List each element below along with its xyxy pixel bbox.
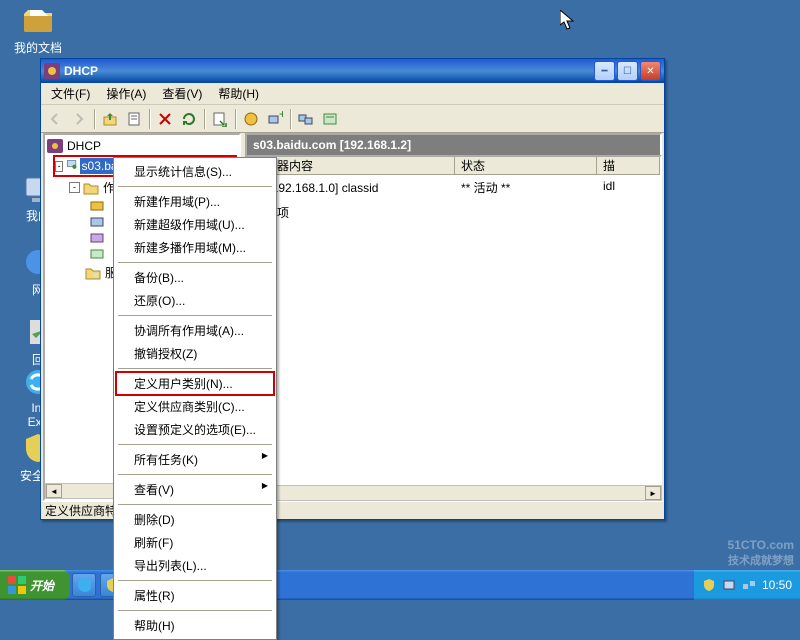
menu-separator — [118, 186, 272, 187]
titlebar[interactable]: DHCP ━ ☐ ✕ — [41, 59, 664, 83]
menu-file[interactable]: 文件(F) — [43, 83, 98, 104]
col-content[interactable]: 服务器内容 — [247, 157, 455, 174]
context-menu-item[interactable]: 导出列表(L)... — [116, 554, 274, 577]
tray-network-icon[interactable] — [742, 578, 756, 592]
list-scrollbar[interactable]: ◄ ► — [245, 485, 662, 501]
start-button[interactable]: 开始 — [0, 570, 70, 600]
context-menu-item[interactable]: 删除(D) — [116, 508, 274, 531]
context-menu-item[interactable]: 设置预定义的选项(E)... — [116, 418, 274, 441]
list-row[interactable]: 器选项 — [247, 200, 660, 225]
list-area: 服务器内容 状态 描 域 [192.168.1.0] classid ** 活动… — [245, 155, 662, 485]
window-title: DHCP — [64, 64, 592, 78]
folder-docs-icon — [22, 4, 54, 36]
taskbar-ie-button[interactable] — [72, 573, 96, 597]
servers-button[interactable] — [294, 107, 318, 131]
context-menu-item[interactable]: 新建作用域(P)... — [116, 190, 274, 213]
svg-text:+: + — [279, 111, 283, 121]
menu-separator — [118, 368, 272, 369]
menu-view[interactable]: 查看(V) — [154, 83, 210, 104]
tray-icon[interactable] — [722, 578, 736, 592]
export-button[interactable] — [208, 107, 232, 131]
menu-separator — [118, 474, 272, 475]
toolbar: + — [41, 105, 664, 133]
collapse-icon[interactable]: - — [69, 182, 80, 193]
menu-separator — [118, 504, 272, 505]
context-menu-item[interactable]: 帮助(H) — [116, 614, 274, 637]
menu-separator — [118, 315, 272, 316]
context-menu-item[interactable]: 备份(B)... — [116, 266, 274, 289]
col-desc[interactable]: 描 — [597, 157, 660, 174]
context-menu-item[interactable]: 属性(R) — [116, 584, 274, 607]
minimize-button[interactable]: ━ — [594, 61, 615, 81]
menu-separator — [118, 610, 272, 611]
tray-icon[interactable] — [702, 578, 716, 592]
context-menu-item[interactable]: 定义用户类别(N)... — [116, 372, 274, 395]
menu-separator — [118, 444, 272, 445]
context-menu: 显示统计信息(S)... 新建作用域(P)...新建超级作用域(U)...新建多播… — [113, 157, 277, 640]
context-menu-item[interactable]: 查看(V) — [116, 478, 274, 501]
context-menu-item[interactable]: 协调所有作用域(A)... — [116, 319, 274, 342]
context-menu-item[interactable]: 新建多播作用域(M)... — [116, 236, 274, 259]
scope-button[interactable] — [239, 107, 263, 131]
server-add-button[interactable]: + — [263, 107, 287, 131]
col-status[interactable]: 状态 — [455, 157, 597, 174]
properties-button[interactable] — [122, 107, 146, 131]
up-button[interactable] — [98, 107, 122, 131]
context-menu-item[interactable]: 撤销授权(Z) — [116, 342, 274, 365]
tree-root[interactable]: DHCP — [47, 137, 237, 155]
options-button[interactable] — [318, 107, 342, 131]
menubar: 文件(F) 操作(A) 查看(V) 帮助(H) — [41, 83, 664, 105]
path-header: s03.baidu.com [192.168.1.2] — [245, 133, 662, 155]
desktop-icon-documents[interactable]: 我的文档 — [8, 4, 68, 57]
status-text: 定义供应商特 — [45, 502, 117, 519]
context-menu-item[interactable]: 还原(O)... — [116, 289, 274, 312]
context-menu-item[interactable]: 显示统计信息(S)... — [116, 160, 274, 183]
menu-action[interactable]: 操作(A) — [98, 83, 154, 104]
menu-help[interactable]: 帮助(H) — [210, 83, 267, 104]
collapse-icon[interactable]: - — [55, 161, 63, 172]
system-tray: 10:50 — [694, 570, 800, 600]
context-menu-item[interactable]: 刷新(F) — [116, 531, 274, 554]
clock[interactable]: 10:50 — [762, 578, 792, 592]
desktop-icon-label: 我的文档 — [8, 38, 68, 57]
context-menu-item[interactable]: 所有任务(K) — [116, 448, 274, 471]
scroll-left-icon[interactable]: ◄ — [46, 484, 62, 498]
server-icon — [66, 159, 77, 173]
nav-back-button — [43, 107, 67, 131]
close-button[interactable]: ✕ — [640, 61, 661, 81]
refresh-button[interactable] — [177, 107, 201, 131]
list-row[interactable]: 域 [192.168.1.0] classid ** 活动 ** idl — [247, 175, 660, 200]
menu-separator — [118, 262, 272, 263]
dhcp-root-icon — [47, 139, 63, 153]
scroll-right-icon[interactable]: ► — [645, 486, 661, 500]
nav-forward-button — [67, 107, 91, 131]
context-menu-item[interactable]: 定义供应商类别(C)... — [116, 395, 274, 418]
folder-icon — [83, 181, 99, 195]
dhcp-icon — [44, 63, 60, 79]
folder-icon — [85, 266, 101, 280]
maximize-button[interactable]: ☐ — [617, 61, 638, 81]
menu-separator — [118, 580, 272, 581]
delete-button[interactable] — [153, 107, 177, 131]
context-menu-item[interactable]: 新建超级作用域(U)... — [116, 213, 274, 236]
